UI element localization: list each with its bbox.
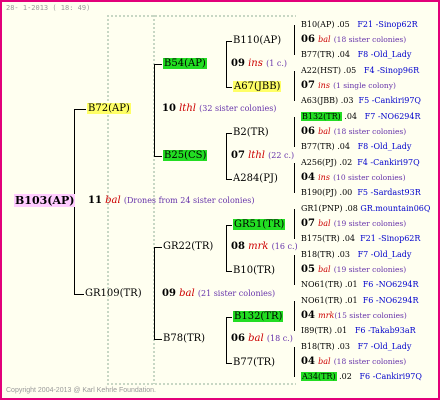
connector [226,317,227,363]
right-drone-line: 04 mrk(15 sister colonies) [301,310,407,321]
upper-a-bottom[interactable]: A67(JBB) [233,81,282,93]
lower-a-bottom[interactable]: B10(TR) [233,265,275,277]
connector [226,225,232,226]
connector [226,41,227,87]
right-queen[interactable]: GR1(PNP) .08 GR.mountain06Q [301,203,430,215]
connector [74,109,86,110]
connector [294,301,295,331]
upper-drone-line: 10 lthl (32 sister colonies) [162,103,277,114]
connector [226,225,227,271]
right-queen[interactable]: B10(AP) .05 F21 -Sinop62R [301,19,418,31]
root-queen[interactable]: B103(AP) [14,194,76,207]
connector [154,247,162,248]
lower-drone-line: 09 bal (21 sister colonies) [162,288,276,299]
right-queen[interactable]: B77(TR) .04 F8 -Old_Lady [301,141,411,153]
lower-queen[interactable]: GR109(TR) [85,288,142,300]
lower-b-queen[interactable]: B78(TR) [163,333,205,345]
lower-a-top[interactable]: GR51(TR) [233,219,286,231]
connector [226,317,232,318]
right-queen[interactable]: A22(HST) .05 F4 -Sinop96R [301,65,419,77]
right-queen[interactable]: A34(TR) .02 F6 -Cankiri97Q [301,371,422,383]
lower-a-queen[interactable]: GR22(TR) [163,241,213,253]
pedigree-frame: 28- 1-2013 ( 18: 49) B103(AP) 11 bal (Dr… [0,0,440,400]
dotted-line [106,382,296,385]
connector [154,339,162,340]
connector [154,247,155,339]
right-queen[interactable]: NO61(TR) .01 F6 -NO6294R [301,295,419,307]
right-queen[interactable]: A63(JBB) .03 F5 -Cankiri97Q [301,95,421,107]
connector [294,117,295,147]
connector [226,87,232,88]
right-queen[interactable]: B18(TR) .03 F7 -Old_Lady [301,341,411,353]
lower-a-drone-line: 08 mrk (16 c.) [231,241,298,252]
date-text: 28- 1-2013 ( 18: 49) [6,4,91,12]
connector [226,363,232,364]
lower-b-drone-line: 06 bal (18 c.) [231,333,293,344]
right-queen[interactable]: A256(PJ) .02 F4 -Cankiri97Q [301,157,420,169]
upper-b-top[interactable]: B2(TR) [233,127,269,139]
connector [154,156,162,157]
upper-b-bottom[interactable]: A284(PJ) [233,173,278,185]
connector [294,347,295,377]
lower-b-top[interactable]: B132(TR) [233,311,284,323]
right-queen[interactable]: I89(TR) .01 F6 -Takab93aR [301,325,416,337]
connector [294,25,295,55]
right-drone-line: 06 bal (18 sister colonies) [301,126,407,137]
connector [294,209,295,239]
upper-b-queen[interactable]: B25(CS) [163,150,208,162]
upper-a-drone-line: 09 ins (1 c.) [231,58,287,69]
connector [154,64,155,156]
gen1-drone-line: 11 bal (Drones from 24 sister colonies) [88,195,255,206]
right-queen[interactable]: B132(TR) .04 F7 -NO6294R [301,111,420,123]
right-drone-line: 06 bal (18 sister colonies) [301,34,407,45]
right-queen[interactable]: B18(TR) .03 F7 -Old_Lady [301,249,411,261]
right-drone-line: 05 bal (19 sister colonies) [301,264,407,275]
connector [226,271,232,272]
connector [294,71,295,101]
right-drone-line: 04 ins (10 sister colonies) [301,172,406,183]
upper-b-drone-line: 07 lthl (22 c.) [231,150,295,161]
right-queen[interactable]: B77(TR) .04 F8 -Old_Lady [301,49,411,61]
connector [154,64,162,65]
connector [294,163,295,193]
upper-queen[interactable]: B72(AP) [87,103,131,115]
right-drone-line: 04 bal (18 sister colonies) [301,356,407,367]
connector [226,133,232,134]
connector [226,179,232,180]
connector [226,41,232,42]
dotted-line [106,14,296,17]
right-drone-line: 07 bal (19 sister colonies) [301,218,407,229]
upper-a-queen[interactable]: B54(AP) [163,58,207,70]
upper-a-top[interactable]: B110(AP) [233,35,281,47]
right-queen[interactable]: NO61(TR) .01 F6 -NO6294R [301,279,419,291]
copyright-footer: Copyright 2004-2013 @ Karl Kehrle Founda… [6,387,156,394]
lower-b-bottom[interactable]: B77(TR) [233,357,275,369]
right-drone-line: 07 ins (1 single colony) [301,80,396,91]
right-queen[interactable]: B175(TR) .04 F21 -Sinop62R [301,233,420,245]
right-queen[interactable]: B190(PJ) .00 F5 -Sardast93R [301,187,421,199]
connector [226,133,227,179]
connector [74,294,84,295]
connector [294,255,295,285]
